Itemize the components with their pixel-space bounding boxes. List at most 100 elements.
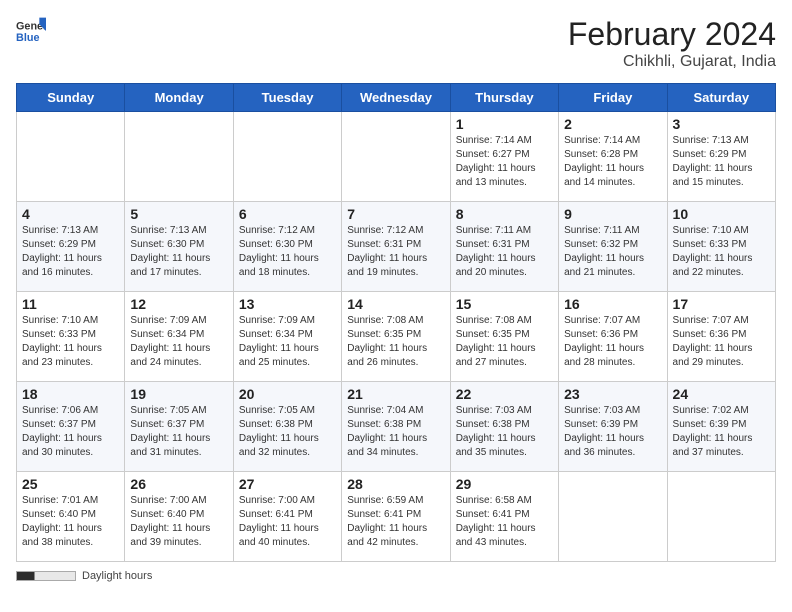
calendar-cell: 23Sunrise: 7:03 AM Sunset: 6:39 PM Dayli… [559, 382, 667, 472]
calendar-cell: 7 Sunrise: 7:12 AM Sunset: 6:31 PM Daylig… [342, 202, 450, 292]
day-info: Sunrise: 7:08 AM Sunset: 6:35 PM Dayligh… [347, 314, 444, 370]
day-number: 29 [456, 476, 553, 492]
calendar-cell: 16 Sunrise: 7:07 AM Sunset: 6:36 PM Dayli… [559, 292, 667, 382]
day-number: 15 [456, 296, 553, 312]
day-number: 23 [564, 386, 661, 402]
footer: Daylight hours [16, 570, 776, 582]
day-number: 2 [564, 116, 661, 132]
calendar-header-row: SundayMondayTuesdayWednesdayThursdayFrid… [17, 84, 776, 112]
day-number: 1 [456, 116, 553, 132]
day-number: 6 [239, 206, 336, 222]
calendar-cell [17, 112, 125, 202]
day-number: 8 [456, 206, 553, 222]
calendar-cell [125, 112, 233, 202]
calendar-cell: 22Sunrise: 7:03 AM Sunset: 6:38 PM Dayli… [450, 382, 558, 472]
calendar-week-row: 25Sunrise: 7:01 AM Sunset: 6:40 PM Dayli… [17, 472, 776, 562]
logo: General Blue [16, 16, 46, 46]
day-info: Sunrise: 7:00 AM Sunset: 6:40 PM Dayligh… [130, 494, 227, 550]
calendar-week-row: 18 Sunrise: 7:06 AM Sunset: 6:37 PM Dayli… [17, 382, 776, 472]
day-number: 11 [22, 296, 119, 312]
calendar-cell: 2 Sunrise: 7:14 AM Sunset: 6:28 PM Daylig… [559, 112, 667, 202]
day-info: Sunrise: 7:12 AM Sunset: 6:30 PM Dayligh… [239, 224, 336, 280]
calendar-cell: 13 Sunrise: 7:09 AM Sunset: 6:34 PM Dayli… [233, 292, 341, 382]
day-info: Sunrise: 7:02 AM Sunset: 6:39 PM Dayligh… [673, 404, 770, 460]
calendar-cell [233, 112, 341, 202]
day-info: Sunrise: 7:04 AM Sunset: 6:38 PM Dayligh… [347, 404, 444, 460]
title-block: February 2024 Chikhli, Gujarat, India [568, 16, 776, 71]
day-number: 18 [22, 386, 119, 402]
day-number: 14 [347, 296, 444, 312]
day-number: 21 [347, 386, 444, 402]
day-number: 26 [130, 476, 227, 492]
day-of-week-header: Thursday [450, 84, 558, 112]
day-of-week-header: Friday [559, 84, 667, 112]
daylight-bar-icon [16, 571, 76, 581]
day-info: Sunrise: 7:09 AM Sunset: 6:34 PM Dayligh… [239, 314, 336, 370]
day-number: 28 [347, 476, 444, 492]
day-number: 24 [673, 386, 770, 402]
day-number: 20 [239, 386, 336, 402]
day-number: 16 [564, 296, 661, 312]
day-info: Sunrise: 7:10 AM Sunset: 6:33 PM Dayligh… [673, 224, 770, 280]
calendar-cell: 19 Sunrise: 7:05 AM Sunset: 6:37 PM Dayli… [125, 382, 233, 472]
day-info: Sunrise: 7:11 AM Sunset: 6:31 PM Dayligh… [456, 224, 553, 280]
day-info: Sunrise: 7:12 AM Sunset: 6:31 PM Dayligh… [347, 224, 444, 280]
svg-text:Blue: Blue [16, 32, 39, 44]
page-header: General Blue February 2024 Chikhli, Guja… [16, 16, 776, 71]
day-number: 13 [239, 296, 336, 312]
calendar-cell: 9 Sunrise: 7:11 AM Sunset: 6:32 PM Daylig… [559, 202, 667, 292]
calendar-week-row: 1 Sunrise: 7:14 AM Sunset: 6:27 PM Daylig… [17, 112, 776, 202]
calendar-week-row: 11 Sunrise: 7:10 AM Sunset: 6:33 PM Dayli… [17, 292, 776, 382]
calendar-cell: 11 Sunrise: 7:10 AM Sunset: 6:33 PM Dayli… [17, 292, 125, 382]
day-of-week-header: Wednesday [342, 84, 450, 112]
day-info: Sunrise: 6:59 AM Sunset: 6:41 PM Dayligh… [347, 494, 444, 550]
calendar-cell: 29 Sunrise: 6:58 AM Sunset: 6:41 PM Dayli… [450, 472, 558, 562]
day-number: 17 [673, 296, 770, 312]
calendar-cell: 17 Sunrise: 7:07 AM Sunset: 6:36 PM Dayli… [667, 292, 775, 382]
day-info: Sunrise: 7:14 AM Sunset: 6:28 PM Dayligh… [564, 134, 661, 190]
day-of-week-header: Monday [125, 84, 233, 112]
day-number: 4 [22, 206, 119, 222]
location-subtitle: Chikhli, Gujarat, India [568, 53, 776, 71]
day-number: 25 [22, 476, 119, 492]
calendar-cell: 6 Sunrise: 7:12 AM Sunset: 6:30 PM Daylig… [233, 202, 341, 292]
day-number: 3 [673, 116, 770, 132]
calendar-cell: 14 Sunrise: 7:08 AM Sunset: 6:35 PM Dayli… [342, 292, 450, 382]
day-info: Sunrise: 7:08 AM Sunset: 6:35 PM Dayligh… [456, 314, 553, 370]
calendar-cell: 18 Sunrise: 7:06 AM Sunset: 6:37 PM Dayli… [17, 382, 125, 472]
day-info: Sunrise: 7:11 AM Sunset: 6:32 PM Dayligh… [564, 224, 661, 280]
day-info: Sunrise: 7:09 AM Sunset: 6:34 PM Dayligh… [130, 314, 227, 370]
calendar-cell: 5Sunrise: 7:13 AM Sunset: 6:30 PM Daylig… [125, 202, 233, 292]
calendar-cell: 10Sunrise: 7:10 AM Sunset: 6:33 PM Dayli… [667, 202, 775, 292]
day-info: Sunrise: 7:10 AM Sunset: 6:33 PM Dayligh… [22, 314, 119, 370]
day-info: Sunrise: 7:05 AM Sunset: 6:37 PM Dayligh… [130, 404, 227, 460]
day-info: Sunrise: 6:58 AM Sunset: 6:41 PM Dayligh… [456, 494, 553, 550]
calendar-cell: 24 Sunrise: 7:02 AM Sunset: 6:39 PM Dayli… [667, 382, 775, 472]
day-info: Sunrise: 7:07 AM Sunset: 6:36 PM Dayligh… [564, 314, 661, 370]
day-info: Sunrise: 7:13 AM Sunset: 6:29 PM Dayligh… [673, 134, 770, 190]
calendar-cell: 25Sunrise: 7:01 AM Sunset: 6:40 PM Dayli… [17, 472, 125, 562]
calendar-cell: 1 Sunrise: 7:14 AM Sunset: 6:27 PM Daylig… [450, 112, 558, 202]
calendar-cell: 21 Sunrise: 7:04 AM Sunset: 6:38 PM Dayli… [342, 382, 450, 472]
calendar-cell: 26 Sunrise: 7:00 AM Sunset: 6:40 PM Dayli… [125, 472, 233, 562]
calendar-cell [559, 472, 667, 562]
calendar-week-row: 4 Sunrise: 7:13 AM Sunset: 6:29 PM Daylig… [17, 202, 776, 292]
day-number: 7 [347, 206, 444, 222]
day-info: Sunrise: 7:05 AM Sunset: 6:38 PM Dayligh… [239, 404, 336, 460]
day-info: Sunrise: 7:14 AM Sunset: 6:27 PM Dayligh… [456, 134, 553, 190]
day-number: 19 [130, 386, 227, 402]
calendar-cell: 20 Sunrise: 7:05 AM Sunset: 6:38 PM Dayli… [233, 382, 341, 472]
day-info: Sunrise: 7:06 AM Sunset: 6:37 PM Dayligh… [22, 404, 119, 460]
calendar-cell [342, 112, 450, 202]
day-number: 9 [564, 206, 661, 222]
day-info: Sunrise: 7:13 AM Sunset: 6:29 PM Dayligh… [22, 224, 119, 280]
calendar-cell: 4 Sunrise: 7:13 AM Sunset: 6:29 PM Daylig… [17, 202, 125, 292]
daylight-label: Daylight hours [82, 570, 152, 582]
day-of-week-header: Sunday [17, 84, 125, 112]
calendar-cell: 3 Sunrise: 7:13 AM Sunset: 6:29 PM Daylig… [667, 112, 775, 202]
day-of-week-header: Tuesday [233, 84, 341, 112]
day-number: 22 [456, 386, 553, 402]
day-info: Sunrise: 7:07 AM Sunset: 6:36 PM Dayligh… [673, 314, 770, 370]
calendar-cell: 15 Sunrise: 7:08 AM Sunset: 6:35 PM Dayli… [450, 292, 558, 382]
calendar-cell: 27Sunrise: 7:00 AM Sunset: 6:41 PM Dayli… [233, 472, 341, 562]
